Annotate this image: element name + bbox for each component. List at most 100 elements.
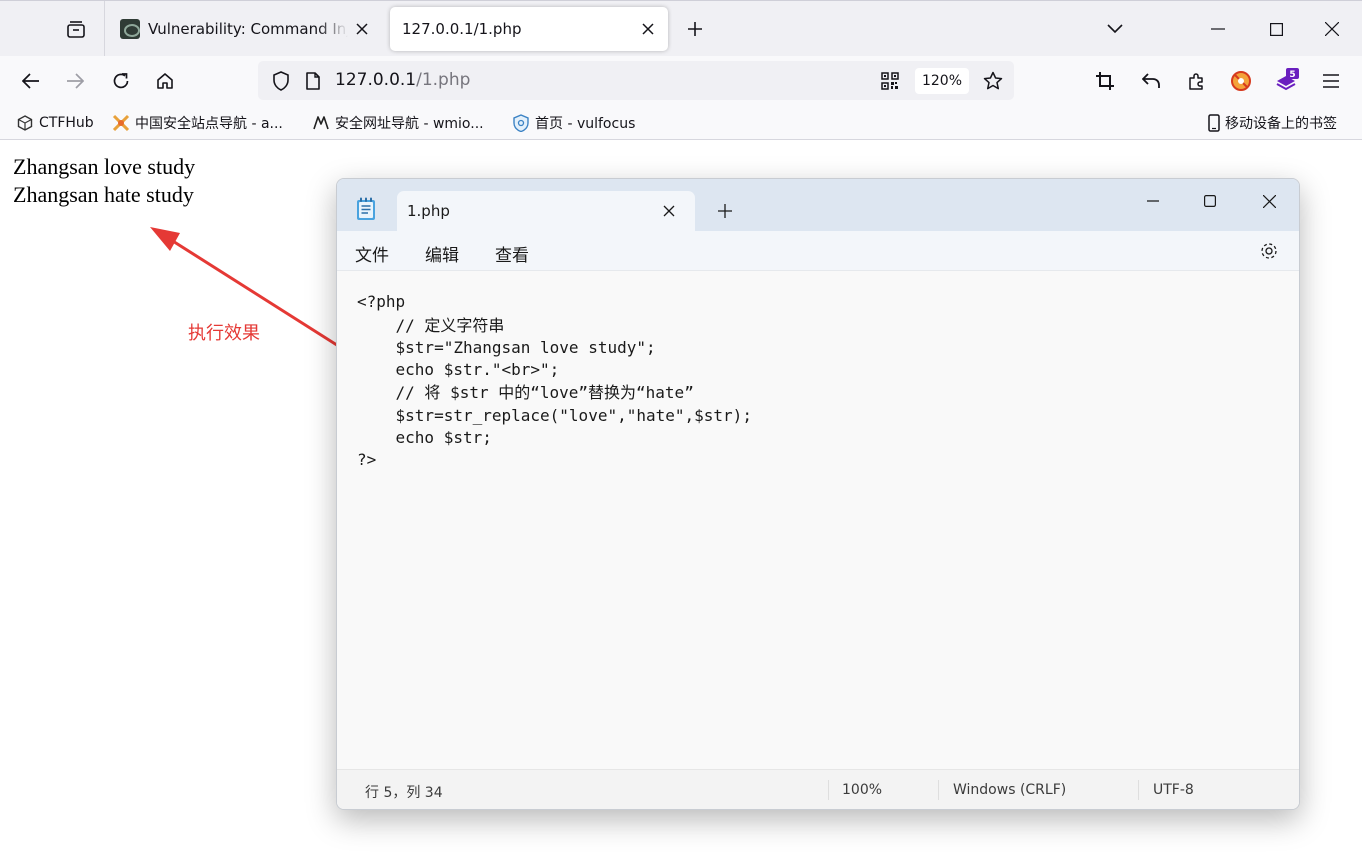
code-line: $str=str_replace("love","hate",$str); (357, 406, 752, 425)
close-icon (642, 23, 654, 35)
mobile-bookmarks-folder[interactable]: 移动设备上的书签 (1207, 111, 1337, 135)
maximize-icon (1204, 195, 1216, 207)
bookmark-label: CTFHub (39, 115, 94, 131)
notepad-maximize-button[interactable] (1188, 183, 1232, 219)
page-icon (306, 72, 320, 90)
puzzle-icon (1189, 73, 1203, 90)
menu-file[interactable]: 文件 (355, 241, 389, 266)
qr-code-button[interactable] (876, 67, 904, 95)
tab-title: 127.0.0.1/1.php (402, 20, 522, 38)
undo-arrow-icon (1142, 73, 1160, 88)
close-tab-button[interactable] (657, 199, 681, 223)
reload-button[interactable] (104, 64, 138, 98)
bookmark-star-button[interactable] (978, 66, 1008, 96)
undo-button[interactable] (1134, 64, 1168, 98)
close-tab-button[interactable] (348, 15, 376, 43)
notepad-tab-title: 1.php (407, 202, 450, 220)
navigation-toolbar: 127.0.0.1/1.php 120% 5 (0, 56, 1362, 106)
close-window-button[interactable] (1312, 9, 1352, 49)
address-bar[interactable]: 127.0.0.1/1.php 120% (258, 61, 1014, 100)
code-line: echo $str."<br>"; (357, 360, 560, 379)
notepad-statusbar: 行 5，列 34 100% Windows (CRLF) UTF-8 (337, 769, 1299, 809)
extension-badge-button[interactable]: 5 (1270, 64, 1304, 98)
zoom-reset-button[interactable]: 120% (915, 68, 969, 94)
firefox-view-button[interactable] (58, 13, 94, 45)
encoding[interactable]: UTF-8 (1153, 782, 1194, 798)
browser-tab-dvwa[interactable]: Vulnerability: Command Injection (112, 7, 382, 51)
bookmark-vulfocus[interactable]: 首页 - vulfocus (512, 111, 635, 135)
blocker-extension-button[interactable] (1224, 64, 1258, 98)
menu-edit[interactable]: 编辑 (425, 241, 459, 266)
code-line: // 将 $str 中的“love”替换为“hate” (357, 383, 694, 402)
crossed-swords-icon (112, 114, 130, 132)
code-line: ?> (357, 450, 377, 469)
settings-button[interactable] (1257, 239, 1281, 263)
app-menu-button[interactable] (1314, 64, 1348, 98)
notepad-new-tab-button[interactable] (713, 199, 737, 223)
home-button[interactable] (148, 64, 182, 98)
notepad-menubar: 文件 编辑 查看 (337, 231, 1299, 271)
close-tab-button[interactable] (634, 15, 662, 43)
cube-icon (16, 114, 34, 132)
minimize-icon (1147, 200, 1159, 202)
zoom-level[interactable]: 100% (842, 782, 882, 798)
star-icon (983, 71, 1003, 90)
site-info-button[interactable] (300, 66, 326, 96)
minimize-icon (1211, 28, 1225, 30)
extension-badge-count: 5 (1289, 70, 1295, 80)
minimize-button[interactable] (1198, 9, 1238, 49)
tab-strip: Vulnerability: Command Injection 127.0.0… (0, 0, 1362, 57)
notepad-tab[interactable]: 1.php (397, 191, 695, 231)
dvwa-favicon-icon (120, 19, 140, 39)
tab-separator (104, 1, 105, 57)
close-icon (1325, 22, 1339, 36)
close-icon (663, 205, 675, 217)
url-path: /1.php (416, 70, 471, 90)
url-host: 127.0.0.1 (335, 70, 417, 90)
back-button[interactable] (14, 64, 48, 98)
url-text[interactable]: 127.0.0.1/1.php (335, 70, 470, 90)
plus-icon (688, 22, 702, 36)
text-editor-area[interactable]: <?php // 定义字符串 $str="Zhangsan love study… (337, 272, 1299, 770)
bookmarks-toolbar: CTFHub 中国安全站点导航 - a... 安全网址导航 - wmio... … (0, 106, 1362, 140)
notepad-window: 1.php 文件 编辑 查看 <?php // 定义字符串 $str="Zhan… (336, 178, 1300, 810)
bookmark-label: 安全网址导航 - wmio... (335, 116, 484, 132)
browser-tab-active[interactable]: 127.0.0.1/1.php (390, 7, 668, 51)
screenshot-crop-button[interactable] (1088, 64, 1122, 98)
notepad-titlebar: 1.php (337, 179, 1299, 231)
mobile-device-icon (1207, 114, 1221, 132)
firefox-view-icon (67, 21, 85, 38)
bookmark-ctfhub[interactable]: CTFHub (16, 111, 94, 135)
chevron-down-icon (1107, 24, 1123, 34)
reload-icon (113, 73, 129, 89)
arrow-right-icon (67, 73, 84, 89)
logo-icon (312, 114, 330, 132)
cursor-position: 行 5，列 34 (365, 785, 443, 801)
notepad-app-icon (357, 197, 375, 220)
tracking-protection-button[interactable] (266, 66, 296, 96)
bookmark-wmio[interactable]: 安全网址导航 - wmio... (312, 111, 484, 135)
plus-icon (718, 204, 732, 218)
close-icon (1262, 194, 1276, 208)
layered-stack-icon: 5 (1276, 68, 1299, 91)
line-ending[interactable]: Windows (CRLF) (953, 782, 1066, 798)
status-divider (828, 780, 829, 800)
list-all-tabs-button[interactable] (1100, 13, 1130, 45)
notepad-minimize-button[interactable] (1131, 183, 1175, 219)
arrow-left-icon (22, 73, 39, 89)
code-line: echo $str; (357, 428, 492, 447)
maximize-icon (1269, 22, 1283, 36)
maximize-button[interactable] (1256, 9, 1296, 49)
code-line: // 定义字符串 (357, 316, 505, 335)
bookmark-label: 首页 - vulfocus (535, 116, 636, 132)
new-tab-button[interactable] (680, 13, 710, 45)
blocked-ad-icon (1231, 71, 1251, 91)
shield-icon (273, 71, 289, 91)
forward-button[interactable] (58, 64, 92, 98)
code-line: $str="Zhangsan love study"; (357, 338, 656, 357)
bookmark-cn-security-nav[interactable]: 中国安全站点导航 - a... (112, 111, 283, 135)
code-line: <?php (357, 292, 406, 311)
notepad-close-button[interactable] (1247, 183, 1291, 219)
menu-view[interactable]: 查看 (495, 241, 529, 266)
extensions-button[interactable] (1180, 64, 1214, 98)
